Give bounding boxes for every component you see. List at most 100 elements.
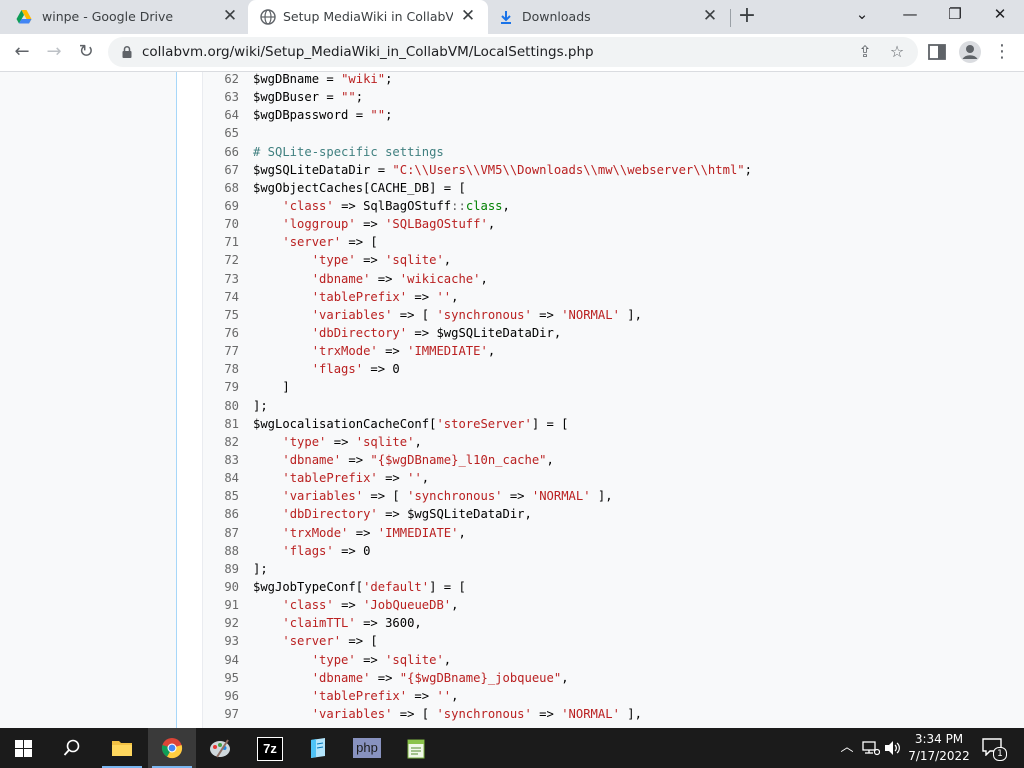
taskbar-file-explorer[interactable]: [98, 728, 146, 768]
line-number: 85: [224, 489, 239, 504]
taskbar-php[interactable]: php: [343, 728, 391, 768]
close-tab-icon[interactable]: ✕: [460, 8, 476, 25]
code-token: ;: [744, 162, 752, 177]
line-number: 77: [224, 344, 239, 359]
notification-center-button[interactable]: 1: [982, 738, 1007, 761]
taskbar-7zip[interactable]: 7z: [245, 728, 293, 768]
code-token: ,: [421, 471, 430, 486]
code-token: ],: [619, 706, 642, 721]
code-token: ,: [546, 452, 554, 467]
code-token: => 0: [333, 543, 371, 558]
reload-button[interactable]: ↻: [74, 40, 98, 64]
code-token: '': [436, 688, 452, 703]
code-token: ,: [561, 670, 569, 685]
code-token: 'flags': [282, 543, 334, 558]
bookmark-star-icon[interactable]: ☆: [886, 41, 908, 63]
code-token: '': [407, 471, 422, 486]
taskbar-chrome[interactable]: [148, 728, 196, 768]
tab-google-drive[interactable]: winpe - Google Drive ✕: [0, 0, 246, 34]
code-token: 'dbname': [311, 670, 371, 685]
code-token: "C:\\Users\\VM5\\Downloads\\mw\\webserve…: [392, 162, 745, 177]
php-icon: php: [353, 738, 381, 758]
code-token: 'tablePrefix': [311, 289, 408, 304]
code-token: =>: [341, 452, 371, 467]
share-icon[interactable]: ⇪: [854, 41, 876, 63]
menu-kebab-icon[interactable]: ⋮: [990, 40, 1014, 64]
line-number: 91: [224, 598, 239, 613]
code-line: 66 # SQLite-specific settings: [203, 143, 752, 161]
code-token: 'variables': [282, 489, 364, 504]
volume-icon[interactable]: [884, 740, 902, 756]
chrome-icon: [161, 738, 183, 759]
windows-start-icon[interactable]: [15, 740, 32, 757]
network-icon[interactable]: [862, 740, 880, 756]
code-line: 77 'trxMode' => 'IMMEDIATE',: [203, 342, 752, 360]
taskbar-paint[interactable]: [196, 728, 244, 768]
side-panel-icon[interactable]: [928, 44, 946, 60]
code-line: 92 'claimTTL' => 3600,: [203, 614, 752, 632]
code-token: ::: [451, 198, 466, 213]
code-token: ,: [451, 688, 459, 703]
clock-time: 3:34 PM: [914, 732, 964, 746]
system-clock[interactable]: 3:34 PM 7/17/2022: [904, 731, 974, 765]
taskbar-notepad[interactable]: [294, 728, 342, 768]
code-token: =>: [370, 670, 400, 685]
new-tab-button[interactable]: +: [736, 5, 758, 28]
code-token: class: [465, 198, 503, 213]
code-token: => $wgSQLiteDataDir,: [377, 507, 532, 522]
close-tab-icon[interactable]: ✕: [702, 8, 718, 25]
code-token: 'variables': [311, 307, 393, 322]
code-token: "wiki": [341, 72, 386, 86]
tab-title: winpe - Google Drive: [42, 9, 174, 24]
restore-button[interactable]: ❐: [943, 5, 967, 25]
tab-title: Setup MediaWiki in CollabVM/Lo: [283, 9, 453, 24]
back-button[interactable]: ←: [10, 40, 34, 64]
code-token: =>: [326, 434, 356, 449]
tray-chevron-up-icon[interactable]: ︿: [838, 739, 856, 757]
code-token: =>: [531, 706, 562, 721]
forward-button[interactable]: →: [42, 40, 66, 64]
code-line: 88 'flags' => 0: [203, 542, 752, 560]
code-token: 'server': [282, 634, 342, 649]
code-token: ] = [: [531, 416, 569, 431]
code-token: ;: [385, 72, 393, 86]
search-icon[interactable]: [63, 739, 81, 757]
lock-icon[interactable]: [120, 45, 134, 59]
code-token: 'sqlite': [355, 434, 415, 449]
code-line: 76 'dbDirectory' => $wgSQLiteDataDir,: [203, 324, 752, 342]
taskbar-notepadpp[interactable]: [392, 728, 440, 768]
code-line: 94 'type' => 'sqlite',: [203, 651, 752, 669]
code-token: ];: [253, 398, 268, 413]
tab-search-icon[interactable]: ⌄: [850, 5, 874, 25]
code-line: 62 $wgDBname = "wiki";: [203, 72, 752, 88]
minimize-button[interactable]: —: [898, 5, 922, 25]
code-token: ,: [480, 271, 488, 286]
code-token: ,: [414, 434, 422, 449]
code-token: 'tablePrefix': [311, 688, 408, 703]
url-text[interactable]: collabvm.org/wiki/Setup_MediaWiki_in_Col…: [142, 44, 594, 60]
page-viewport: 62 $wgDBname = "wiki"; 63 $wgDBuser = ""; 64…: [0, 72, 1024, 728]
close-tab-icon[interactable]: ✕: [222, 8, 238, 25]
tab-setup-mediawiki[interactable]: Setup MediaWiki in CollabVM/Lo ✕: [248, 0, 488, 34]
tab-downloads[interactable]: Downloads ✕: [490, 0, 730, 34]
code-token: 'sqlite': [385, 652, 444, 667]
code-line: 90 $wgJobTypeConf['default'] = [: [203, 578, 752, 596]
code-token: 'default': [363, 579, 430, 594]
code-token: 'flags': [311, 362, 364, 377]
line-number: 84: [224, 471, 239, 486]
address-bar[interactable]: collabvm.org/wiki/Setup_MediaWiki_in_Col…: [108, 37, 918, 67]
close-window-button[interactable]: ✕: [988, 5, 1012, 25]
profile-avatar-icon[interactable]: [958, 40, 982, 64]
code-token: ,: [487, 344, 496, 359]
line-number: 66: [224, 144, 239, 159]
code-line: 86 'dbDirectory' => $wgSQLiteDataDir,: [203, 505, 752, 523]
code-line: 79 ]: [203, 378, 752, 396]
